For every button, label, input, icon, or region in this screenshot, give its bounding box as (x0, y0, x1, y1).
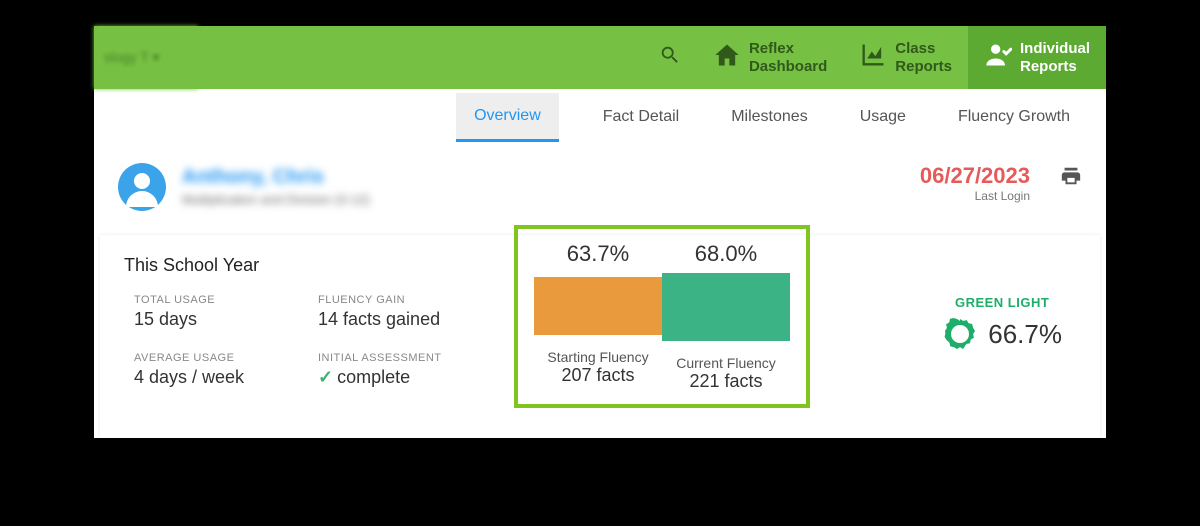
school-year-card: This School Year TOTAL USAGE 15 days FLU… (100, 235, 1100, 438)
printer-icon (1060, 174, 1082, 191)
starting-fluency-pct: 63.7% (534, 241, 662, 267)
stat-total-usage: TOTAL USAGE 15 days (134, 294, 300, 330)
individual-reports-nav[interactable]: Individual Reports (968, 26, 1106, 89)
last-login-date: 06/27/2023 (920, 163, 1030, 189)
stat-value: 14 facts gained (318, 309, 484, 330)
stat-label: TOTAL USAGE (134, 294, 300, 306)
stat-fluency-gain: FLUENCY GAIN 14 facts gained (318, 294, 484, 330)
tab-usage[interactable]: Usage (852, 92, 914, 142)
starting-fluency-facts: 207 facts (534, 365, 662, 386)
last-login-label: Last Login (920, 189, 1030, 203)
fluency-highlight-box: 63.7% Starting Fluency 207 facts 68.0% C… (514, 225, 810, 408)
current-fluency-facts: 221 facts (662, 371, 790, 392)
chart-area-icon (859, 41, 887, 74)
search-icon (659, 44, 681, 71)
home-icon (713, 41, 741, 74)
class-selector[interactable]: slogy T ▾ (94, 26, 198, 89)
search-button[interactable] (643, 26, 697, 89)
nav-label: Reports (895, 58, 952, 75)
stat-label: FLUENCY GAIN (318, 294, 484, 306)
app-header: slogy T ▾ Reflex Dashboard Class Reports (94, 26, 1106, 89)
student-info: Anthony, Chris Multiplication and Divisi… (182, 163, 370, 209)
nav-label: Individual (1020, 40, 1090, 57)
nav-label: Reflex (749, 40, 827, 57)
nav-label: Reports (1020, 58, 1090, 75)
stat-initial-assessment: INITIAL ASSESSMENT ✓complete (318, 352, 484, 388)
check-icon: ✓ (318, 367, 333, 387)
current-fluency-pct: 68.0% (662, 241, 790, 267)
stat-average-usage: AVERAGE USAGE 4 days / week (134, 352, 300, 388)
current-fluency-bar (662, 273, 790, 341)
nav-label: Dashboard (749, 58, 827, 75)
stat-label: AVERAGE USAGE (134, 352, 300, 364)
class-reports-nav[interactable]: Class Reports (843, 26, 968, 89)
section-title: This School Year (124, 255, 484, 276)
tab-overview[interactable]: Overview (456, 93, 559, 142)
current-fluency-col: 68.0% Current Fluency 221 facts (662, 241, 790, 392)
green-light-label: GREEN LIGHT (942, 295, 1062, 310)
current-fluency-caption: Current Fluency (662, 355, 790, 371)
tab-milestones[interactable]: Milestones (723, 92, 815, 142)
last-login-block: 06/27/2023 Last Login (920, 163, 1030, 203)
green-light-pct: 66.7% (988, 319, 1062, 350)
stat-value: ✓complete (318, 367, 484, 388)
badge-gear-icon (942, 316, 978, 352)
tab-fact-detail[interactable]: Fact Detail (595, 92, 687, 142)
print-button[interactable] (1060, 165, 1082, 192)
person-check-icon (984, 41, 1012, 74)
student-assignment: Multiplication and Division (0-12) (182, 191, 370, 209)
stat-value: 15 days (134, 309, 300, 330)
student-name: Anthony, Chris (182, 163, 370, 191)
student-header: Anthony, Chris Multiplication and Divisi… (94, 145, 1106, 235)
tab-fluency-growth[interactable]: Fluency Growth (950, 92, 1078, 142)
report-tabs: Overview Fact Detail Milestones Usage Fl… (94, 89, 1106, 145)
stat-label: INITIAL ASSESSMENT (318, 352, 484, 364)
starting-fluency-caption: Starting Fluency (534, 349, 662, 365)
starting-fluency-col: 63.7% Starting Fluency 207 facts (534, 241, 662, 392)
green-light-block: GREEN LIGHT 66.7% (942, 255, 1076, 352)
stat-value: 4 days / week (134, 367, 300, 388)
reflex-dashboard-nav[interactable]: Reflex Dashboard (697, 26, 843, 89)
nav-label: Class (895, 40, 952, 57)
starting-fluency-bar (534, 277, 662, 335)
avatar-icon (118, 163, 166, 211)
